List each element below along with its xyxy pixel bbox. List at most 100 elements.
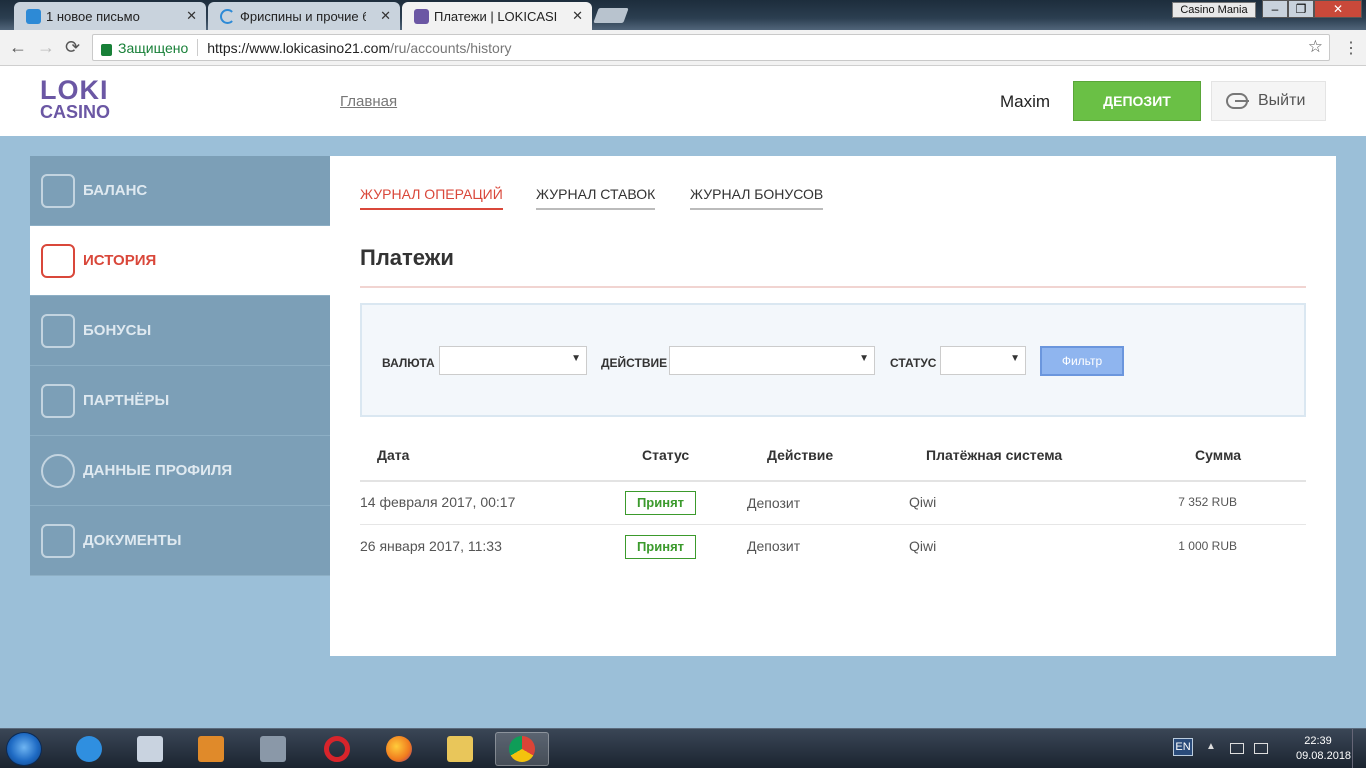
cell-date: 26 января 2017, 11:33	[360, 538, 502, 554]
volume-icon[interactable]	[1254, 743, 1268, 754]
tray-expand-icon[interactable]: ▲	[1206, 741, 1216, 752]
status-filter-label: СТАТУС	[890, 356, 937, 370]
url-path: /ru/accounts/history	[390, 39, 512, 56]
secure-label: Защищено	[118, 39, 189, 56]
filter-panel: ВАЛЮТА ▼ ДЕЙСТВИЕ ▼ СТАТУС ▼ Фильтр	[360, 303, 1306, 417]
close-icon[interactable]: ✕	[572, 8, 583, 24]
window-close-button[interactable]: ✕	[1314, 0, 1362, 18]
cell-action: Депозит	[747, 538, 801, 554]
column-header-amount: Сумма	[1195, 447, 1242, 463]
action-select[interactable]: ▼	[669, 346, 875, 375]
chevron-down-icon: ▼	[859, 353, 869, 364]
sidebar-item-label: ДОКУМЕНТЫ	[83, 532, 182, 549]
windows-start-icon[interactable]	[6, 732, 42, 766]
sidebar-item-history[interactable]: ИСТОРИЯ	[30, 226, 330, 296]
tab-bonuses-journal[interactable]: ЖУРНАЛ БОНУСОВ	[690, 186, 824, 210]
chrome-glyph	[509, 736, 535, 762]
browser-tab-title: Платежи | LOKICASINO.c	[434, 8, 558, 24]
currency-filter-label: ВАЛЮТА	[382, 356, 435, 370]
sidebar-item-label: ИСТОРИЯ	[83, 252, 157, 269]
new-tab-button[interactable]	[593, 8, 629, 23]
page-title: Платежи	[360, 245, 454, 270]
cs-glyph	[260, 736, 286, 762]
status-select[interactable]: ▼	[940, 346, 1026, 375]
media-player-classic-icon[interactable]	[123, 732, 177, 766]
logout-label: Выйти	[1258, 92, 1306, 109]
opera-icon[interactable]	[310, 732, 364, 766]
sidebar-item-bonuses[interactable]: БОНУСЫ	[30, 296, 330, 366]
chrome-icon[interactable]	[495, 732, 549, 766]
counter-strike-icon[interactable]	[246, 732, 300, 766]
bookmark-star-icon[interactable]: ☆	[1308, 37, 1323, 57]
logout-button[interactable]: Выйти	[1211, 81, 1326, 121]
status-badge: Принят	[625, 491, 696, 515]
column-header-action: Действие	[767, 447, 834, 463]
back-icon[interactable]: ←	[9, 37, 27, 58]
browser-profile-chip[interactable]: Casino Mania	[1172, 2, 1256, 18]
chevron-down-icon: ▼	[1010, 353, 1020, 364]
url-host: https://www.lokicasino21.com	[207, 39, 391, 56]
nav-home-link[interactable]: Главная	[340, 93, 397, 110]
window-minimize-button[interactable]: –	[1262, 0, 1288, 18]
mpc-glyph	[137, 736, 163, 762]
language-indicator[interactable]: EN	[1173, 738, 1193, 756]
user-icon	[41, 454, 75, 488]
deposit-button[interactable]: ДЕПОЗИТ	[1073, 81, 1201, 121]
username[interactable]: Maxim	[1000, 92, 1050, 112]
browser-tab-payments[interactable]: Платежи | LOKICASINO.c ✕	[402, 2, 592, 30]
file-explorer-icon[interactable]	[433, 732, 487, 766]
megaphone-icon	[41, 384, 75, 418]
network-icon[interactable]	[1230, 743, 1244, 754]
tab-bets-journal[interactable]: ЖУРНАЛ СТАВОК	[536, 186, 656, 210]
cell-payment-system: Qiwi	[909, 494, 937, 510]
address-bar[interactable]: Защищено https://www.lokicasino21.com/ru…	[92, 34, 1330, 61]
browser-menu-icon[interactable]: ⋮	[1343, 38, 1359, 58]
browser-tab-title: Фриспины и прочие бо	[240, 8, 366, 24]
logout-icon	[1226, 93, 1249, 109]
sidebar-item-profile[interactable]: ДАННЫЕ ПРОФИЛЯ	[30, 436, 330, 506]
system-clock[interactable]: 22:39 09.08.2018	[1296, 734, 1351, 764]
history-panel: ЖУРНАЛ ОПЕРАЦИЙ ЖУРНАЛ СТАВОК ЖУРНАЛ БОН…	[330, 156, 1336, 656]
opera-glyph	[324, 736, 350, 762]
logo-line-1: LOKI	[40, 75, 109, 105]
ie-glyph	[76, 736, 102, 762]
show-desktop-button[interactable]	[1352, 729, 1366, 768]
sidebar-item-balance[interactable]: БАЛАНС	[30, 156, 330, 226]
filter-button[interactable]: Фильтр	[1040, 346, 1124, 376]
browser-tab-title: 1 новое письмо	[46, 8, 140, 24]
sidebar-item-label: БОНУСЫ	[83, 322, 152, 339]
cell-amount: 7 352 RUB	[1178, 495, 1237, 509]
account-sidebar: БАЛАНС ИСТОРИЯ БОНУСЫ ПАРТНЁРЫ ДАННЫЕ ПР…	[30, 156, 330, 576]
sidebar-item-label: ДАННЫЕ ПРОФИЛЯ	[83, 462, 233, 479]
close-icon[interactable]: ✕	[186, 8, 197, 24]
firefox-glyph	[386, 736, 412, 762]
cell-date: 14 февраля 2017, 00:17	[360, 494, 516, 510]
column-header-payment-system: Платёжная система	[926, 447, 1063, 463]
sidebar-item-documents[interactable]: ДОКУМЕНТЫ	[30, 506, 330, 576]
reload-icon[interactable]: ⟳	[65, 37, 80, 58]
forward-icon[interactable]: →	[37, 37, 55, 58]
status-badge: Принят	[625, 535, 696, 559]
window-maximize-button[interactable]: ❐	[1288, 0, 1314, 18]
mail-favicon-icon	[26, 9, 41, 24]
browser-toolbar: ← → ⟳ Защищено https://www.lokicasino21.…	[0, 30, 1366, 66]
firefox-icon[interactable]	[372, 732, 426, 766]
internet-explorer-icon[interactable]	[62, 732, 116, 766]
browser-tab-strip: 1 новое письмо ✕ Фриспины и прочие бо ✕ …	[0, 0, 1366, 30]
browser-tab-freespins[interactable]: Фриспины и прочие бо ✕	[208, 2, 400, 30]
loading-spinner-icon	[220, 9, 235, 24]
video-player-icon[interactable]	[184, 732, 238, 766]
tab-operations-journal[interactable]: ЖУРНАЛ ОПЕРАЦИЙ	[360, 186, 503, 210]
explorer-glyph	[447, 736, 473, 762]
close-icon[interactable]: ✕	[380, 8, 391, 24]
table-row-divider	[360, 524, 1306, 525]
sidebar-item-partners[interactable]: ПАРТНЁРЫ	[30, 366, 330, 436]
lokicasino-logo[interactable]: LOKI CASINO	[40, 75, 110, 123]
wallet-icon	[41, 174, 75, 208]
omnibox-divider	[197, 39, 199, 56]
cell-action: Депозит	[747, 495, 801, 511]
gift-icon	[41, 314, 75, 348]
currency-select[interactable]: ▼	[439, 346, 587, 375]
table-header-divider	[360, 480, 1306, 482]
browser-tab-mail[interactable]: 1 новое письмо ✕	[14, 2, 206, 30]
